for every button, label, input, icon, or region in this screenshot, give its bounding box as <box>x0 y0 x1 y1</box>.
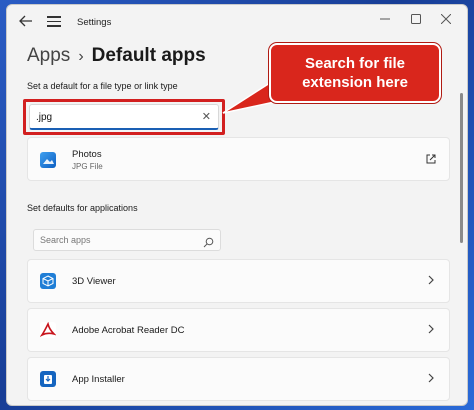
3d-viewer-icon <box>40 273 56 289</box>
minimize-icon[interactable] <box>377 14 393 28</box>
search-icon[interactable] <box>203 235 214 248</box>
apps-search-box[interactable] <box>33 229 221 251</box>
app-row-3d-viewer[interactable]: 3D Viewer <box>27 259 450 303</box>
settings-window: Settings Apps › Default apps Set a default… <box>6 4 468 406</box>
chevron-right-icon <box>427 324 435 337</box>
result-file-type: JPG File <box>72 162 103 171</box>
app-name: 3D Viewer <box>72 276 116 287</box>
breadcrumb-separator: › <box>78 48 84 65</box>
app-row-app-installer[interactable]: App Installer <box>27 357 450 401</box>
callout-line-2: extension here <box>302 74 408 91</box>
app-row-adobe-acrobat[interactable]: Adobe Acrobat Reader DC <box>27 308 450 352</box>
page-title: Default apps <box>91 45 206 66</box>
photos-icon <box>40 152 56 168</box>
acrobat-icon <box>39 321 57 338</box>
chevron-right-icon <box>427 275 435 288</box>
annotation-highlight-box <box>23 99 225 135</box>
annotation-callout: Search for file extension here <box>269 43 441 103</box>
maximize-icon[interactable] <box>408 14 424 28</box>
apps-search-input[interactable] <box>40 233 200 247</box>
callout-line-1: Search for file <box>304 55 406 72</box>
breadcrumb: Apps › Default apps <box>27 45 206 67</box>
scrollbar[interactable] <box>460 93 463 243</box>
apps-section-label: Set defaults for applications <box>27 203 138 213</box>
result-app-name: Photos <box>72 149 102 160</box>
open-external-icon[interactable] <box>425 152 439 166</box>
filetype-section-label: Set a default for a file type or link ty… <box>27 81 178 91</box>
title-bar: Settings <box>7 5 467 39</box>
close-icon[interactable] <box>438 13 454 28</box>
back-arrow-icon[interactable] <box>19 15 35 29</box>
app-installer-icon <box>40 371 56 387</box>
filetype-result-photos[interactable]: Photos JPG File <box>27 137 450 181</box>
breadcrumb-apps[interactable]: Apps <box>27 45 70 66</box>
app-name: Adobe Acrobat Reader DC <box>72 325 185 336</box>
app-name: App Installer <box>72 374 125 385</box>
hamburger-menu-icon[interactable] <box>47 16 61 28</box>
chevron-right-icon <box>427 373 435 386</box>
window-title: Settings <box>77 17 112 28</box>
